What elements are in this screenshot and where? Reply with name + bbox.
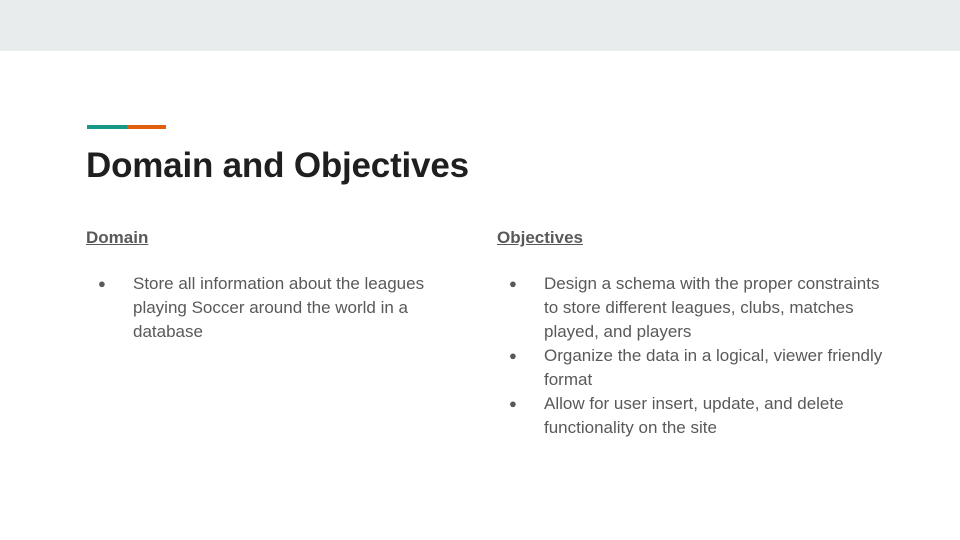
objectives-heading: Objectives bbox=[497, 228, 583, 247]
bullet-text: Allow for user insert, update, and delet… bbox=[544, 394, 844, 437]
domain-heading: Domain bbox=[86, 228, 149, 247]
domain-column: Domain ● Store all information about the… bbox=[86, 227, 446, 344]
objectives-bullet-item: ● Organize the data in a logical, viewer… bbox=[497, 344, 887, 392]
objectives-bullet-list: ● Design a schema with the proper constr… bbox=[497, 272, 887, 440]
bullet-text: Store all information about the leagues … bbox=[133, 274, 425, 341]
domain-bullet-list: ● Store all information about the league… bbox=[86, 272, 446, 344]
objectives-column: Objectives ● Design a schema with the pr… bbox=[497, 227, 887, 440]
bullet-text: Organize the data in a logical, viewer f… bbox=[544, 346, 883, 389]
domain-bullet-item: ● Store all information about the league… bbox=[86, 272, 446, 344]
slide-title: Domain and Objectives bbox=[86, 146, 469, 185]
bullet-text: Design a schema with the proper constrai… bbox=[544, 274, 880, 341]
top-band bbox=[0, 0, 960, 51]
objectives-bullet-item: ● Design a schema with the proper constr… bbox=[497, 272, 887, 344]
objectives-bullet-item: ● Allow for user insert, update, and del… bbox=[497, 392, 887, 440]
bullet-dot-icon: ● bbox=[509, 276, 517, 291]
accent-bar-teal bbox=[87, 125, 127, 129]
bullet-dot-icon: ● bbox=[98, 276, 106, 291]
bullet-dot-icon: ● bbox=[509, 396, 517, 411]
bullet-dot-icon: ● bbox=[509, 348, 517, 363]
accent-bar-orange bbox=[127, 125, 166, 129]
